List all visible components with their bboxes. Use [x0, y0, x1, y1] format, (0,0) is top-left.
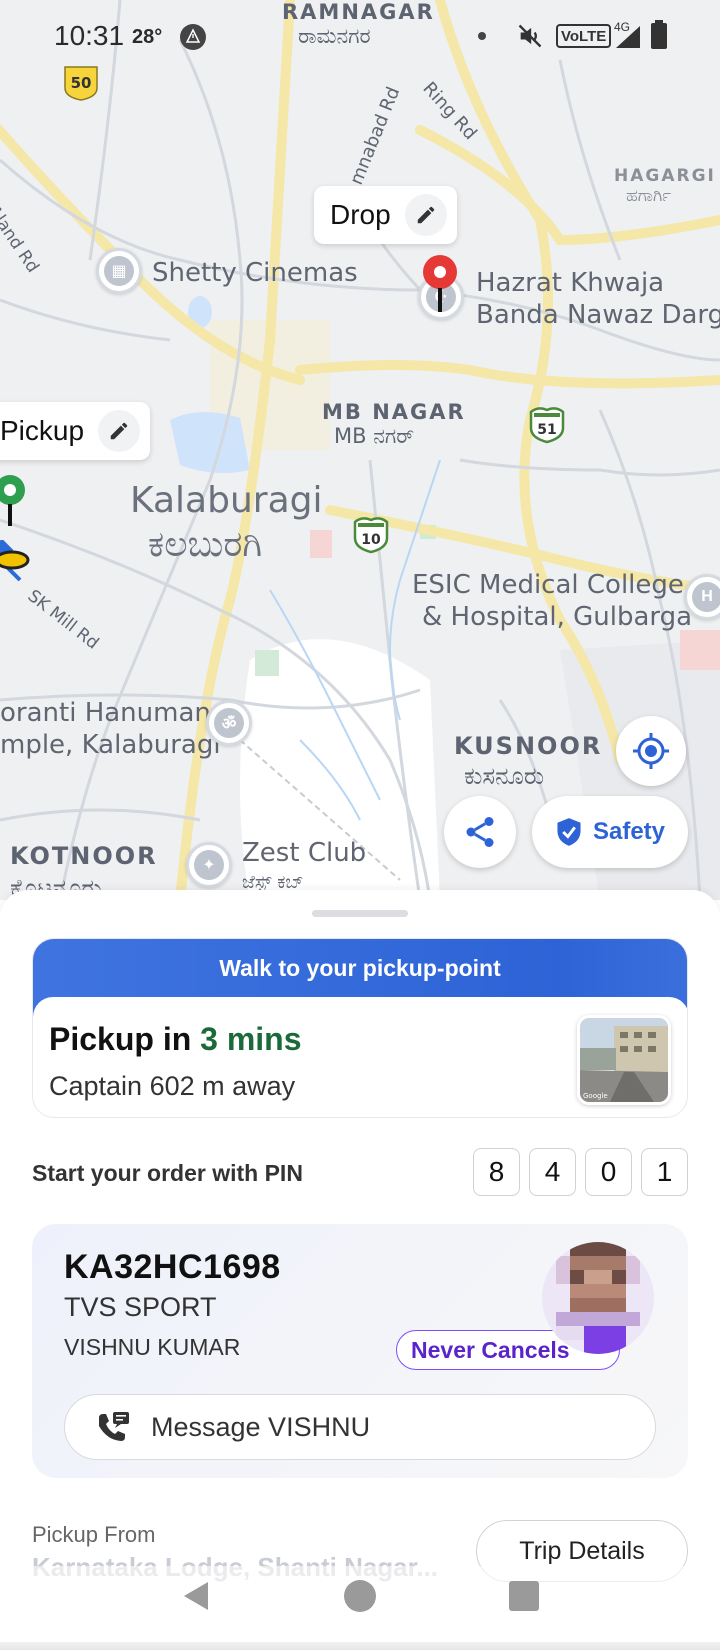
highway-50-label: 50 [71, 74, 92, 92]
system-navigation-bar [0, 1566, 720, 1650]
temple-poi-icon[interactable]: ॐ [206, 700, 252, 746]
street-view-credit: Google [583, 1092, 608, 1100]
cinema-poi-icon[interactable]: ▦ [96, 248, 142, 294]
eta-minutes: 3 mins [200, 1021, 302, 1057]
home-nav-button[interactable] [342, 1578, 378, 1619]
driver-name: VISHNU KUMAR [64, 1334, 241, 1360]
share-button[interactable] [444, 796, 516, 868]
signal-icon [614, 24, 642, 55]
volte-badge: VoLTE [556, 24, 612, 48]
recents-square-icon [509, 1581, 539, 1611]
status-time: 10:31 [54, 20, 125, 51]
safety-button[interactable]: Safety [532, 796, 688, 868]
driver-avatar[interactable] [542, 1242, 654, 1354]
club-poi-icon[interactable]: ✦ [186, 842, 232, 888]
map-label-hagargi: HAGARGI [614, 166, 716, 186]
drop-label: Drop [330, 199, 391, 230]
map-label-esic-line1: ESIC Medical College [412, 570, 684, 600]
pickup-label: Pickup [0, 415, 85, 446]
notification-dot-icon [478, 32, 486, 40]
drop-pin-icon [422, 254, 458, 319]
map-label-hazrat-line2: Banda Nawaz Darga [476, 300, 720, 330]
map-label-hanuman-line1: oranti Hanuman [0, 698, 211, 728]
pin-digits: 8 4 0 1 [473, 1148, 688, 1196]
map-label-mb-nagar-kn: MB ನಗರ್ [334, 424, 415, 448]
user-location-icon [0, 538, 34, 575]
highway-10-label: 10 [361, 532, 381, 548]
pin-digit: 4 [529, 1148, 576, 1196]
pin-digit: 1 [641, 1148, 688, 1196]
map-label-mb-nagar: MB NAGAR [322, 400, 466, 424]
share-icon [466, 817, 494, 847]
map-label-kusnoor: KUSNOOR [454, 732, 603, 760]
map-label-hazrat-line1: Hazrat Khwaja [476, 268, 665, 298]
edit-pickup-icon[interactable] [98, 410, 141, 452]
shield-check-icon [557, 818, 581, 846]
eta-body: Pickup in 3 mins Captain 602 m away Goog… [33, 997, 687, 1117]
back-triangle-icon [184, 1582, 208, 1610]
alert-triangle-icon [178, 22, 208, 57]
recents-nav-button[interactable] [506, 1578, 542, 1619]
battery-icon [650, 20, 668, 55]
highway-51-label: 51 [537, 422, 556, 438]
captain-distance: Captain 602 m away [49, 1071, 296, 1101]
message-button-label: Message VISHNU [151, 1411, 371, 1442]
highway-shield-icon: 10 [352, 514, 390, 554]
map-view[interactable]: 50 51 10 RAMNAGAR ರಾಮನಗರ HAGARGI ಹಗಾರ್ಗಿ… [0, 0, 720, 900]
pin-row: Start your order with PIN 8 4 0 1 [32, 1148, 688, 1198]
ride-bottom-sheet[interactable]: Walk to your pickup-point Pickup in 3 mi… [0, 890, 720, 1650]
pickup-eta-card: Walk to your pickup-point Pickup in 3 mi… [32, 938, 688, 1118]
map-label-hagargi-kn: ಹಗಾರ್ಗಿ [626, 186, 672, 206]
pin-digit: 0 [585, 1148, 632, 1196]
map-label-esic-line2: & Hospital, Gulbarga [422, 602, 693, 632]
highway-shield-icon: 51 [528, 404, 566, 444]
pickup-pin-icon [0, 474, 26, 535]
drop-location-chip[interactable]: Drop [314, 186, 457, 244]
vehicle-number: KA32HC1698 [64, 1248, 281, 1286]
status-temperature: 28° [132, 26, 163, 48]
eta-title: Pickup in 3 mins [49, 1021, 302, 1058]
message-captain-button[interactable]: Message VISHNU [64, 1394, 656, 1460]
pin-label: Start your order with PIN [32, 1160, 303, 1186]
map-label-zest-club: Zest Club [242, 838, 367, 868]
captain-card: KA32HC1698 TVS SPORT VISHNU KUMAR Never … [32, 1224, 688, 1478]
gesture-strip [0, 1642, 720, 1650]
map-label-kotnoor: KOTNOOR [10, 842, 158, 870]
status-bar: 10:31 28° VoLTE 4G [0, 0, 720, 72]
map-label-kalaburagi: Kalaburagi [130, 480, 323, 521]
my-location-icon [633, 733, 669, 769]
map-label-shetty-cinemas: Shetty Cinemas [152, 258, 358, 288]
my-location-button[interactable] [616, 716, 686, 786]
edit-drop-icon[interactable] [404, 194, 447, 236]
sheet-drag-handle[interactable] [312, 910, 408, 917]
phone-message-icon [99, 1412, 129, 1441]
pin-digit: 8 [473, 1148, 520, 1196]
safety-label: Safety [592, 818, 666, 845]
mute-icon [516, 22, 544, 55]
map-label-hanuman-line2: mple, Kalaburagi [0, 730, 221, 760]
map-label-kalaburagi-kn: ಕಲಬುರಗಿ [148, 524, 263, 565]
pickup-from-label: Pickup From [32, 1522, 156, 1547]
pickup-location-chip[interactable]: Pickup [0, 402, 151, 460]
vehicle-model: TVS SPORT [64, 1292, 217, 1322]
home-circle-icon [344, 1580, 376, 1612]
map-label-kusnoor-kn: ಕುಸನೂರು [464, 762, 545, 790]
back-nav-button[interactable] [178, 1578, 214, 1619]
street-view-thumbnail[interactable]: Google [577, 1015, 671, 1105]
eta-prefix: Pickup in [49, 1021, 201, 1057]
